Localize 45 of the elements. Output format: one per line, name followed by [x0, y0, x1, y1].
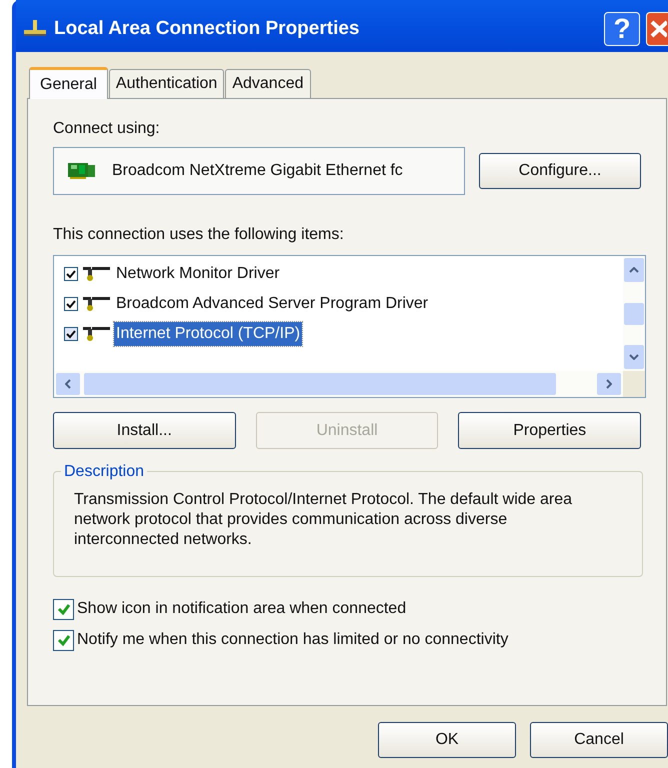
vertical-scrollbar[interactable] — [623, 256, 645, 371]
close-button[interactable] — [646, 12, 668, 46]
window-title: Local Area Connection Properties — [54, 16, 360, 41]
option-label: Show icon in notification area when connected — [77, 599, 406, 619]
ok-button[interactable]: OK — [378, 722, 516, 758]
network-component-icon — [82, 326, 110, 342]
cancel-button[interactable]: Cancel — [530, 722, 668, 758]
tab[interactable]: Advanced — [225, 69, 310, 98]
check-icon — [66, 329, 76, 339]
help-button[interactable]: ? — [604, 12, 640, 46]
description-text: Transmission Control Protocol/Internet Protocol. The default wide area network protocol that provides communication across diverse interconnected networks. — [74, 490, 574, 550]
action-button[interactable]: Install... — [53, 412, 236, 449]
tab[interactable]: Authentication — [108, 69, 224, 98]
scrollbar-corner — [623, 371, 645, 397]
network-connection-icon — [22, 19, 48, 39]
scroll-right-button[interactable] — [597, 373, 621, 395]
checkbox[interactable] — [53, 598, 74, 620]
check-icon — [66, 299, 76, 309]
checkbox[interactable] — [53, 630, 74, 650]
scroll-down-button[interactable] — [624, 345, 644, 369]
scroll-thumb[interactable] — [624, 302, 644, 324]
connect-using-label: Connect using: — [53, 119, 161, 139]
checkbox[interactable] — [64, 267, 78, 281]
horizontal-scrollbar[interactable] — [54, 371, 623, 397]
checkbox[interactable] — [64, 297, 78, 311]
list-item[interactable]: Internet Protocol (TCP/IP) — [114, 322, 302, 346]
check-icon — [56, 633, 70, 647]
checkbox[interactable] — [64, 327, 78, 341]
network-card-icon — [68, 162, 96, 180]
list-item[interactable]: Broadcom Advanced Server Program Driver — [114, 292, 430, 316]
scroll-thumb[interactable] — [84, 373, 556, 395]
configure-button[interactable]: Configure... — [479, 153, 641, 189]
action-button[interactable]: Properties — [458, 412, 642, 449]
adapter-name: Broadcom NetXtreme Gigabit Ethernet fc — [112, 161, 403, 181]
option-label: Notify me when this connection has limited or no connectivity — [77, 630, 508, 650]
network-component-icon — [82, 296, 110, 312]
check-icon — [56, 602, 70, 616]
scroll-left-button[interactable] — [56, 373, 80, 395]
close-icon — [648, 18, 666, 40]
items-label: This connection uses the following items: — [53, 225, 345, 245]
list-item[interactable]: Network Monitor Driver — [114, 262, 282, 286]
scroll-up-button[interactable] — [624, 258, 644, 282]
tab[interactable]: General — [29, 67, 108, 99]
check-icon — [66, 269, 76, 279]
network-component-icon — [82, 266, 110, 282]
